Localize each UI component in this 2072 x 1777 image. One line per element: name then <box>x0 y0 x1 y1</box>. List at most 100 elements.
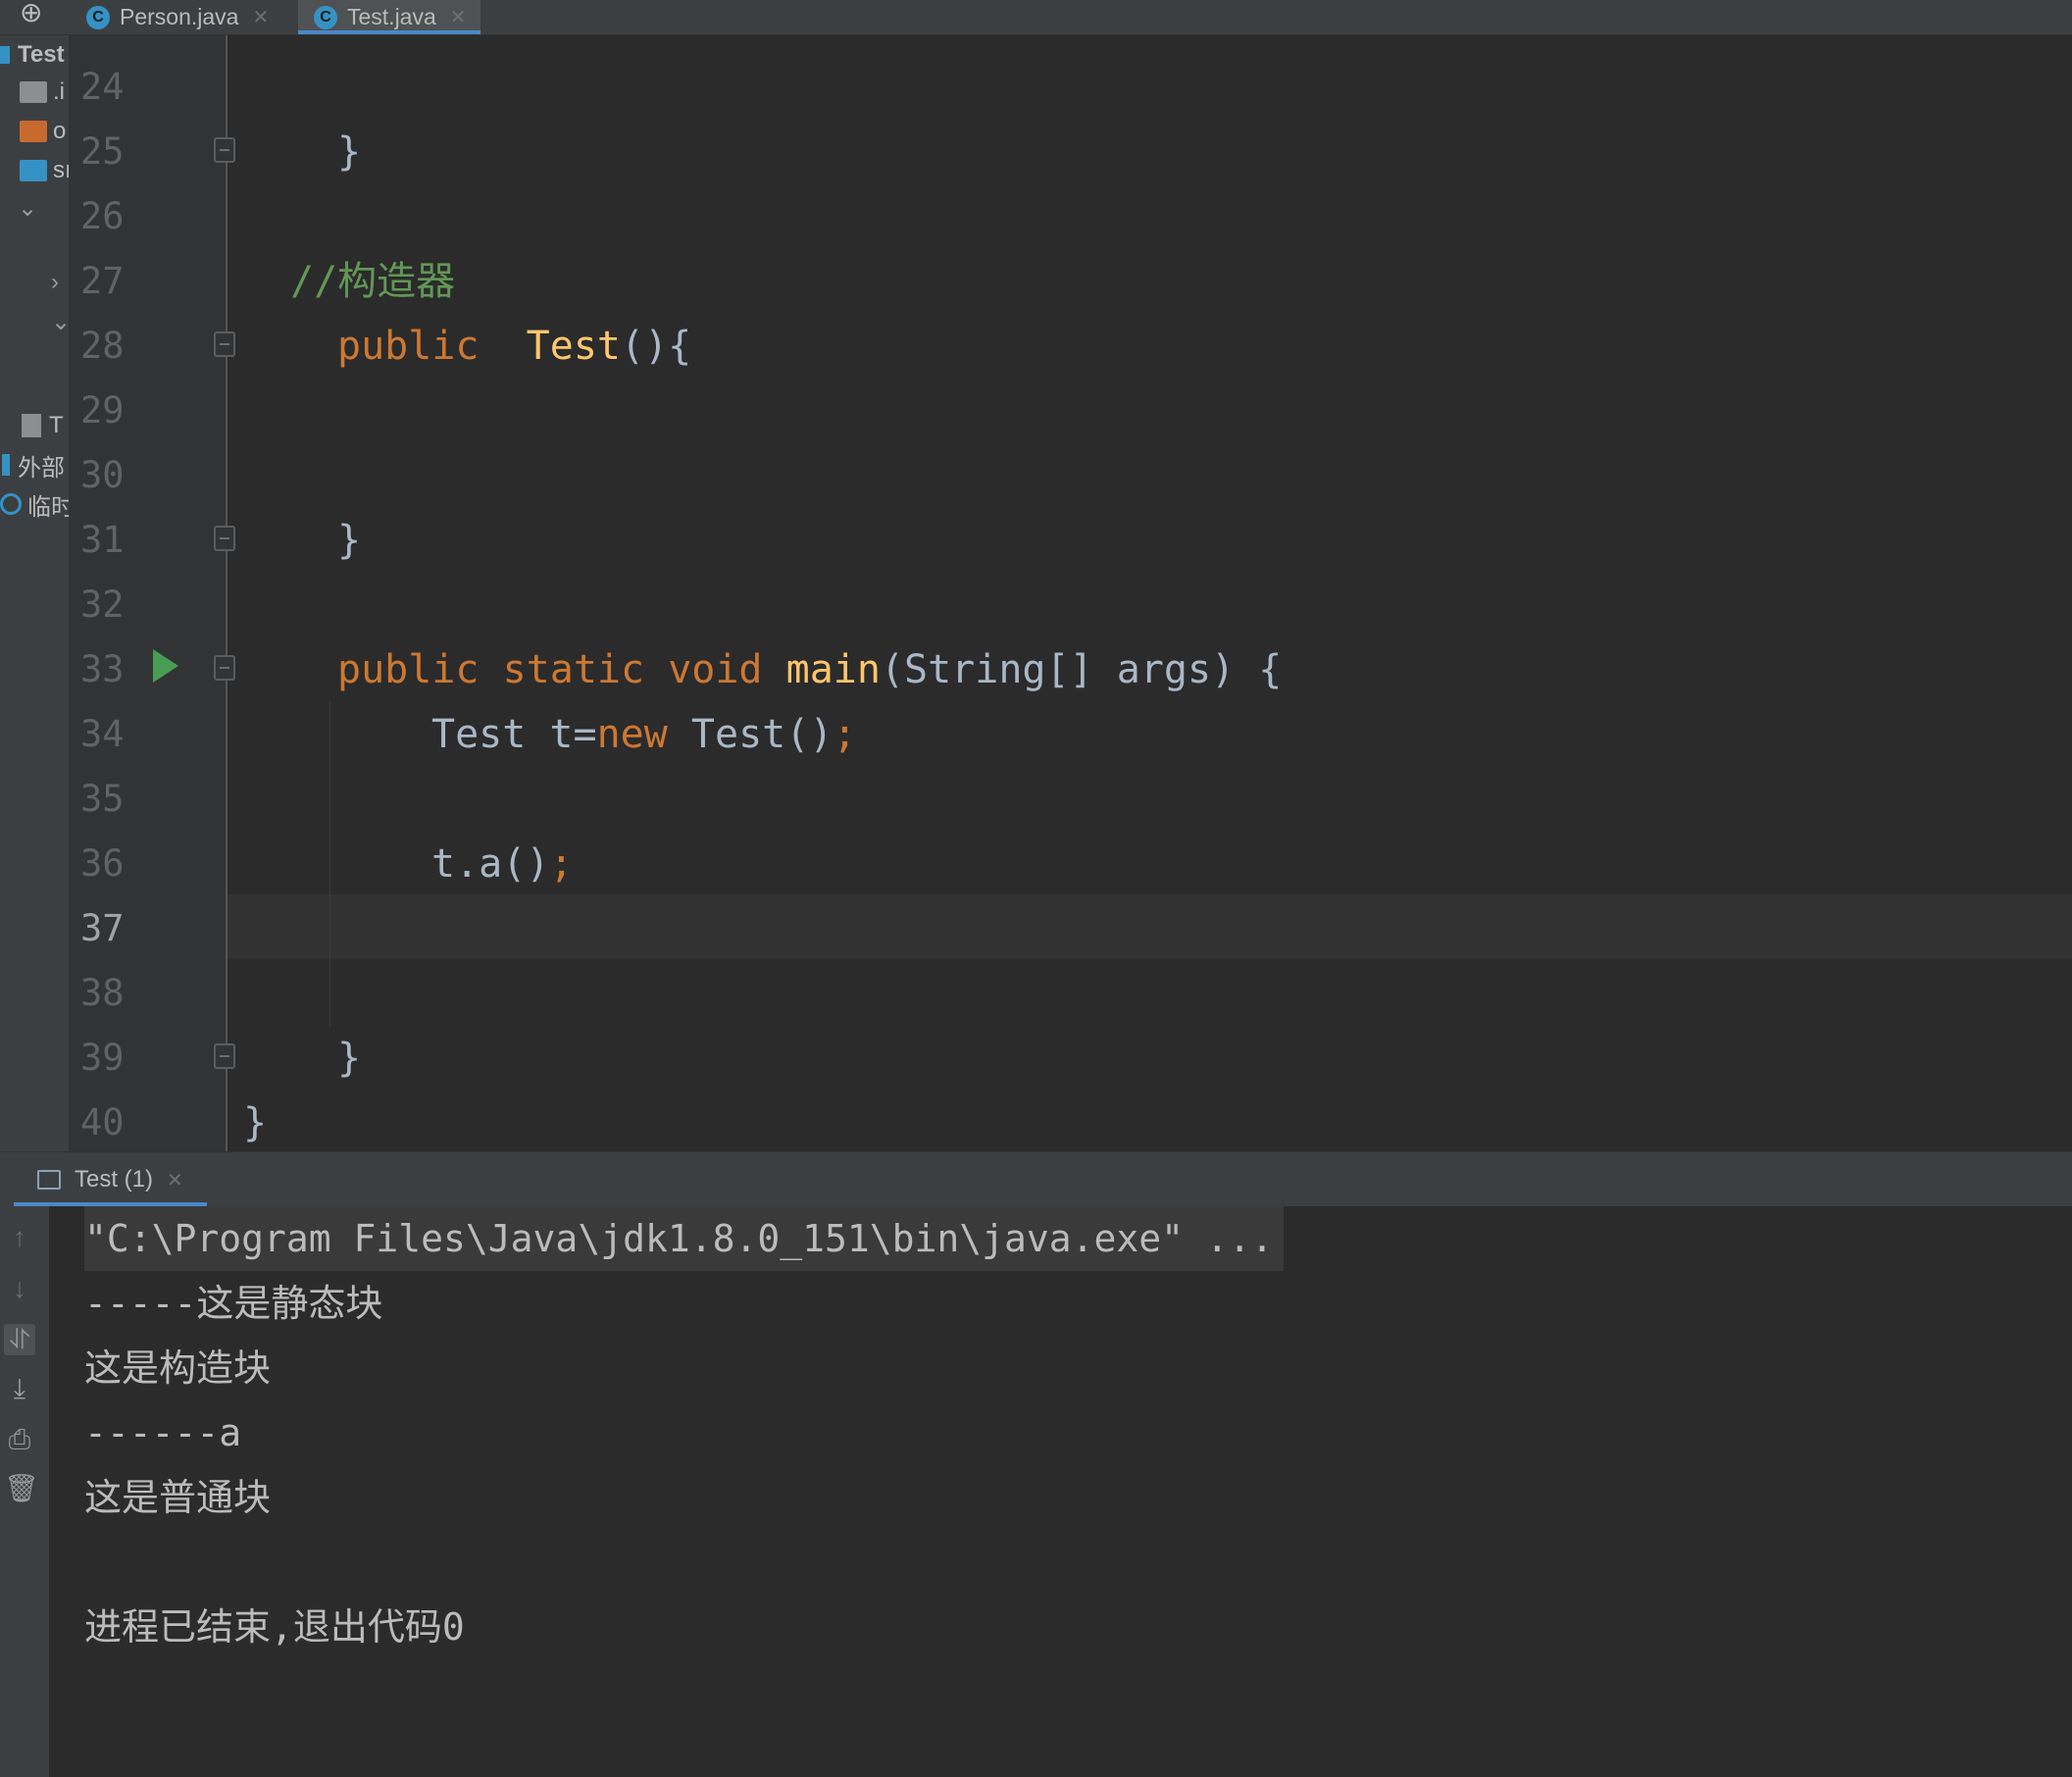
tree-item-label: o <box>53 118 67 144</box>
library-icon <box>2 454 10 476</box>
tab-label: Person.java <box>120 4 239 29</box>
project-root-label: Test <box>18 41 65 68</box>
code-comment[interactable]: //构造器 <box>290 249 455 314</box>
line-number: 27 <box>80 260 125 302</box>
code-line-40[interactable]: } <box>243 1091 267 1155</box>
indent-guide <box>329 702 330 1026</box>
code-line-33[interactable]: public static void main(String[] args) { <box>337 637 1282 702</box>
console-line: ------a <box>84 1411 242 1454</box>
line-number: 31 <box>80 519 125 561</box>
fold-marker-icon[interactable] <box>214 655 235 681</box>
line-number: 25 <box>80 130 125 173</box>
code-text: (){ <box>621 324 692 369</box>
code-line-39[interactable]: } <box>337 1026 361 1091</box>
tree-item[interactable]: .i <box>20 73 65 112</box>
tree-item-label: 临时 <box>27 493 69 521</box>
project-panel: Test .i o sı ⌄ › ⌄ T 外部 临时 <box>0 35 69 1151</box>
line-number: 36 <box>80 842 125 885</box>
line-number: 39 <box>80 1037 125 1079</box>
module-icon <box>0 46 10 64</box>
console-output[interactable]: "C:\Program Files\Java\jdk1.8.0_151\bin\… <box>49 1206 2072 1777</box>
project-root[interactable]: Test <box>0 35 65 75</box>
keyword: public <box>337 647 480 692</box>
run-tab-label: Test (1) <box>75 1166 154 1193</box>
console-icon <box>37 1170 61 1190</box>
tree-item-label: T <box>49 412 64 438</box>
line-number: 30 <box>80 454 125 496</box>
tree-item[interactable]: sı <box>20 151 69 190</box>
file-icon <box>22 414 41 437</box>
keyword: void <box>668 647 763 692</box>
method-name: main <box>785 647 881 692</box>
code-line-28[interactable]: public Test(){ <box>337 314 691 379</box>
fold-marker-icon[interactable] <box>214 1043 235 1069</box>
gutter-divider <box>226 35 227 1151</box>
editor-tab-bar: ⊕ C Person.java ✕ C Test.java ✕ <box>0 0 2072 35</box>
line-number: 29 <box>80 389 125 432</box>
code-line-25[interactable]: } <box>337 120 361 184</box>
code-line-31[interactable]: } <box>337 508 361 573</box>
code-line-36[interactable]: t.a(); <box>431 832 574 896</box>
keyword: static <box>502 647 645 692</box>
line-number: 32 <box>80 584 125 626</box>
close-icon[interactable]: ✕ <box>252 5 269 29</box>
tree-item-label: .i <box>53 78 65 105</box>
class-icon: C <box>86 5 110 29</box>
soft-wrap-icon[interactable]: ⥯ <box>4 1324 35 1355</box>
run-gutter-icon[interactable] <box>153 649 178 683</box>
console-line: 这是普通块 <box>84 1476 272 1519</box>
constructor-name: Test <box>526 324 621 369</box>
console-line: 这是构造块 <box>84 1346 272 1390</box>
class-icon: C <box>314 5 337 29</box>
line-number: 40 <box>80 1101 125 1143</box>
chevron-right-icon[interactable]: › <box>51 263 59 302</box>
tree-item-external-libraries[interactable]: 外部 <box>2 445 65 484</box>
arrow-down-icon[interactable]: ↓ <box>4 1273 35 1304</box>
fold-marker-icon[interactable] <box>214 137 235 163</box>
line-number: 33 <box>80 648 125 690</box>
locate-icon[interactable]: ⊕ <box>20 0 49 29</box>
fold-marker-icon[interactable] <box>214 526 235 551</box>
clock-icon <box>0 493 22 515</box>
tree-item[interactable]: o <box>20 112 66 151</box>
active-tab-indicator <box>298 30 480 34</box>
line-number-current: 37 <box>80 907 125 949</box>
keyword: public <box>337 324 480 369</box>
close-icon[interactable]: ✕ <box>450 5 467 29</box>
chevron-down-icon[interactable]: ⌄ <box>51 302 69 341</box>
tab-test-java[interactable]: C Test.java ✕ <box>298 0 480 34</box>
code-line-34[interactable]: Test t=new Test(); <box>431 702 857 767</box>
console-exit-line: 进程已结束,退出代码0 <box>84 1605 465 1649</box>
trash-icon[interactable]: 🗑 <box>4 1473 39 1504</box>
keyword: new <box>596 712 668 757</box>
run-tool-window-header: Test (1) ✕ <box>0 1151 2072 1207</box>
current-line-highlight <box>227 894 2072 959</box>
line-number: 34 <box>80 713 125 755</box>
folder-icon <box>20 160 47 181</box>
line-number: 26 <box>80 195 125 237</box>
line-number: 24 <box>80 66 125 108</box>
code-text: t.a() <box>431 841 550 887</box>
line-number: 28 <box>80 325 125 367</box>
chevron-down-icon[interactable]: ⌄ <box>18 188 37 228</box>
tab-label: Test.java <box>347 4 436 29</box>
code-text: (String[] args) { <box>880 647 1283 692</box>
code-text: Test t= <box>431 712 597 757</box>
folder-icon <box>20 81 47 103</box>
tree-item[interactable]: T <box>22 406 64 445</box>
scroll-to-end-icon[interactable]: ⤓ <box>4 1373 35 1404</box>
semicolon: ; <box>549 841 574 887</box>
arrow-up-icon[interactable]: ↑ <box>4 1222 35 1253</box>
close-icon[interactable]: ✕ <box>167 1168 183 1193</box>
tree-item-scratches[interactable]: 临时 <box>0 484 69 524</box>
tab-person-java[interactable]: C Person.java ✕ <box>86 0 282 34</box>
run-tab[interactable]: Test (1) ✕ <box>14 1152 207 1207</box>
print-icon[interactable]: ⎙ <box>4 1424 35 1455</box>
run-toolbar: ↑ ↓ ⥯ ⤓ ⎙ 🗑 <box>0 1206 49 1777</box>
semicolon: ; <box>833 712 857 757</box>
fold-marker-icon[interactable] <box>214 331 235 357</box>
console-line: -----这是静态块 <box>84 1282 383 1325</box>
tree-item-label: 外部 <box>18 454 65 482</box>
line-number: 35 <box>80 778 125 820</box>
console-command-line[interactable]: "C:\Program Files\Java\jdk1.8.0_151\bin\… <box>84 1206 1284 1271</box>
